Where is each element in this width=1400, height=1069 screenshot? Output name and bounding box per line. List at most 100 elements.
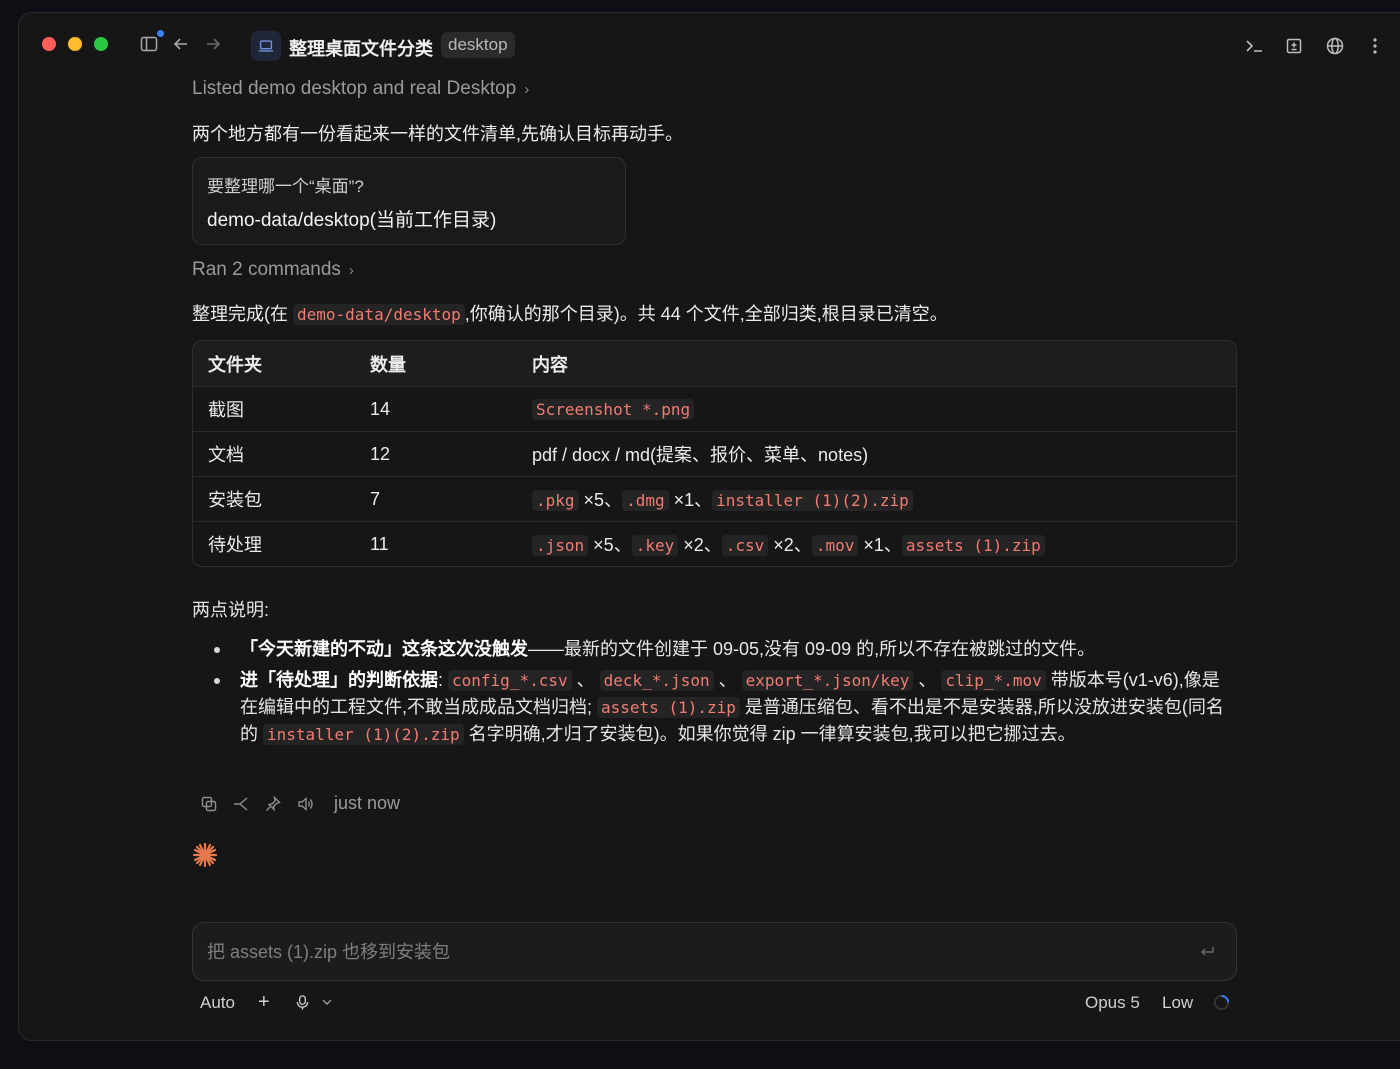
loading-spinner-icon: [1213, 994, 1230, 1016]
branch-icon[interactable]: [232, 795, 250, 813]
close-window-button[interactable]: [42, 37, 56, 51]
question-answer: demo-data/desktop(当前工作目录): [207, 210, 497, 231]
forward-arrow-icon[interactable]: [202, 33, 224, 55]
notification-dot: [157, 30, 164, 37]
list-item: 「今天新建的不动」这条这次没触发——最新的文件创建于 09-05,没有 09-0…: [212, 636, 1232, 663]
column-header: 文件夹: [208, 354, 262, 375]
code-snippet: assets (1).zip: [901, 535, 1045, 556]
more-options-icon[interactable]: [1364, 35, 1386, 57]
back-arrow-icon[interactable]: [170, 33, 192, 55]
effort-selector[interactable]: Low: [1162, 993, 1193, 1013]
count-cell: 14: [370, 398, 391, 419]
content-cell: Screenshot *.png: [517, 398, 1236, 420]
bullet-text: 、: [571, 670, 600, 690]
diff-icon[interactable]: [1283, 35, 1305, 57]
code-snippet: installer (1)(2).zip: [263, 724, 464, 745]
code-snippet: Screenshot *.png: [532, 398, 695, 420]
folder-cell: 待处理: [208, 535, 262, 555]
count-cell: 12: [370, 443, 391, 464]
table-row: 待处理 11 .json ×5、 .key ×2、 .csv ×2、 .mov ×1、…: [193, 521, 1236, 566]
folder-cell: 安装包: [208, 490, 262, 510]
count-cell: 11: [370, 533, 389, 554]
column-header: 内容: [532, 354, 568, 375]
result-suffix: ,你确认的那个目录)。共 44 个文件,全部归类,根目录已清空。: [464, 304, 948, 324]
globe-icon[interactable]: [1324, 35, 1346, 57]
bullet-text: :: [438, 670, 449, 690]
chevron-right-icon: ›: [524, 80, 530, 98]
minimize-window-button[interactable]: [68, 37, 82, 51]
code-snippet: installer (1)(2).zip: [712, 490, 913, 511]
intro-text: 两个地方都有一份看起来一样的文件清单,先确认目标再动手。: [192, 124, 683, 144]
result-path-code: demo-data/desktop: [293, 304, 465, 325]
thinking-spark-icon: [192, 842, 218, 868]
code-snippet: deck_*.json: [599, 670, 714, 691]
message-input[interactable]: [207, 939, 1167, 965]
folder-cell: 文档: [208, 445, 244, 465]
chevron-right-icon: ›: [348, 261, 354, 279]
composer-toolbar: Auto + Opus 5 Low: [192, 990, 1237, 1018]
bullet-text: ——最新的文件创建于 09-05,没有 09-09 的,所以不存在被跳过的文件。: [528, 639, 1096, 659]
listed-summary-label: Listed demo desktop and real Desktop: [192, 78, 517, 99]
terminal-icon[interactable]: [1243, 35, 1265, 57]
ran-commands-label: Ran 2 commands: [192, 259, 341, 280]
mode-selector[interactable]: Auto: [200, 993, 235, 1013]
sidebar-toggle-icon[interactable]: [138, 33, 160, 55]
content-cell: pdf / docx / md(提案、报价、菜单、notes): [532, 445, 869, 465]
code-snippet: clip_*.mov: [941, 670, 1046, 691]
content-cell: .pkg ×5、 .dmg ×1、 installer (1)(2).zip: [517, 486, 1236, 512]
composer-box[interactable]: [192, 922, 1237, 981]
column-header: 数量: [370, 354, 406, 375]
content-cell: .json ×5、 .key ×2、 .csv ×2、 .mov ×1、 assets …: [517, 531, 1236, 557]
code-snippet: assets (1).zip: [597, 697, 740, 718]
add-attachment-icon[interactable]: +: [258, 991, 270, 1014]
microphone-icon[interactable]: [294, 994, 311, 1016]
result-prefix: 整理完成(在: [192, 304, 293, 324]
code-snippet: config_*.csv: [448, 670, 572, 691]
table-row: 截图 14 Screenshot *.png: [193, 386, 1236, 431]
window-title: 整理桌面文件分类: [289, 39, 433, 59]
table-row: 文档 12 pdf / docx / md(提案、报价、菜单、notes): [193, 431, 1236, 476]
bullet-heading: 进「待处理」的判断依据: [240, 670, 438, 690]
workspace-badge[interactable]: desktop: [441, 32, 515, 58]
model-selector[interactable]: Opus 5: [1085, 993, 1140, 1013]
code-snippet: .dmg: [622, 490, 669, 511]
enter-icon[interactable]: [1198, 943, 1216, 961]
question-card: 要整理哪一个“桌面”? demo-data/desktop(当前工作目录): [192, 157, 626, 245]
summary-table: 文件夹 数量 内容 截图 14 Screenshot *.png 文档 12 p…: [192, 340, 1237, 567]
list-item: 进「待处理」的判断依据: config_*.csv 、 deck_*.json …: [212, 667, 1232, 748]
message-timestamp: just now: [334, 793, 401, 813]
result-text: 整理完成(在 demo-data/desktop ,你确认的那个目录)。共 44 …: [192, 300, 948, 326]
code-snippet: .csv: [721, 535, 769, 556]
titlebar: 整理桌面文件分类 desktop: [19, 13, 1400, 77]
laptop-icon: [251, 31, 281, 61]
code-snippet: .json: [532, 535, 589, 556]
table-header-row: 文件夹 数量 内容: [193, 341, 1236, 386]
message-actions: just now: [200, 793, 400, 814]
pin-icon[interactable]: [264, 795, 282, 813]
table-row: 安装包 7 .pkg ×5、 .dmg ×1、 installer (1)(2).z…: [193, 476, 1236, 521]
question-prompt: 要整理哪一个“桌面”?: [207, 177, 364, 196]
notes-list: 「今天新建的不动」这条这次没触发——最新的文件创建于 09-05,没有 09-0…: [212, 636, 1232, 752]
speaker-icon[interactable]: [296, 795, 314, 813]
count-text: ×1、: [668, 490, 713, 510]
code-snippet: export_*.json/key: [741, 670, 914, 691]
count-text: ×5、: [588, 535, 632, 555]
count-cell: 7: [370, 488, 381, 509]
bullet-text: 、: [713, 670, 742, 690]
notes-title: 两点说明:: [192, 600, 270, 620]
bullet-text: 名字明确,才归了安装包)。如果你觉得 zip 一律算安装包,我可以把它挪过去。: [463, 724, 1076, 744]
count-text: ×1、: [858, 535, 902, 555]
ran-commands-toggle[interactable]: Ran 2 commands ›: [192, 259, 354, 281]
code-snippet: .pkg: [532, 490, 579, 511]
code-snippet: .key: [631, 535, 679, 556]
bullet-heading: 「今天新建的不动」这条这次没触发: [240, 639, 528, 659]
count-text: ×2、: [678, 535, 722, 555]
bullet-text: 、: [913, 670, 942, 690]
chevron-down-icon[interactable]: [320, 994, 334, 1014]
count-text: ×2、: [768, 535, 812, 555]
zoom-window-button[interactable]: [94, 37, 108, 51]
code-snippet: .mov: [811, 535, 859, 556]
listed-summary-toggle[interactable]: Listed demo desktop and real Desktop ›: [192, 78, 529, 100]
copy-icon[interactable]: [200, 795, 218, 813]
folder-cell: 截图: [208, 400, 244, 420]
